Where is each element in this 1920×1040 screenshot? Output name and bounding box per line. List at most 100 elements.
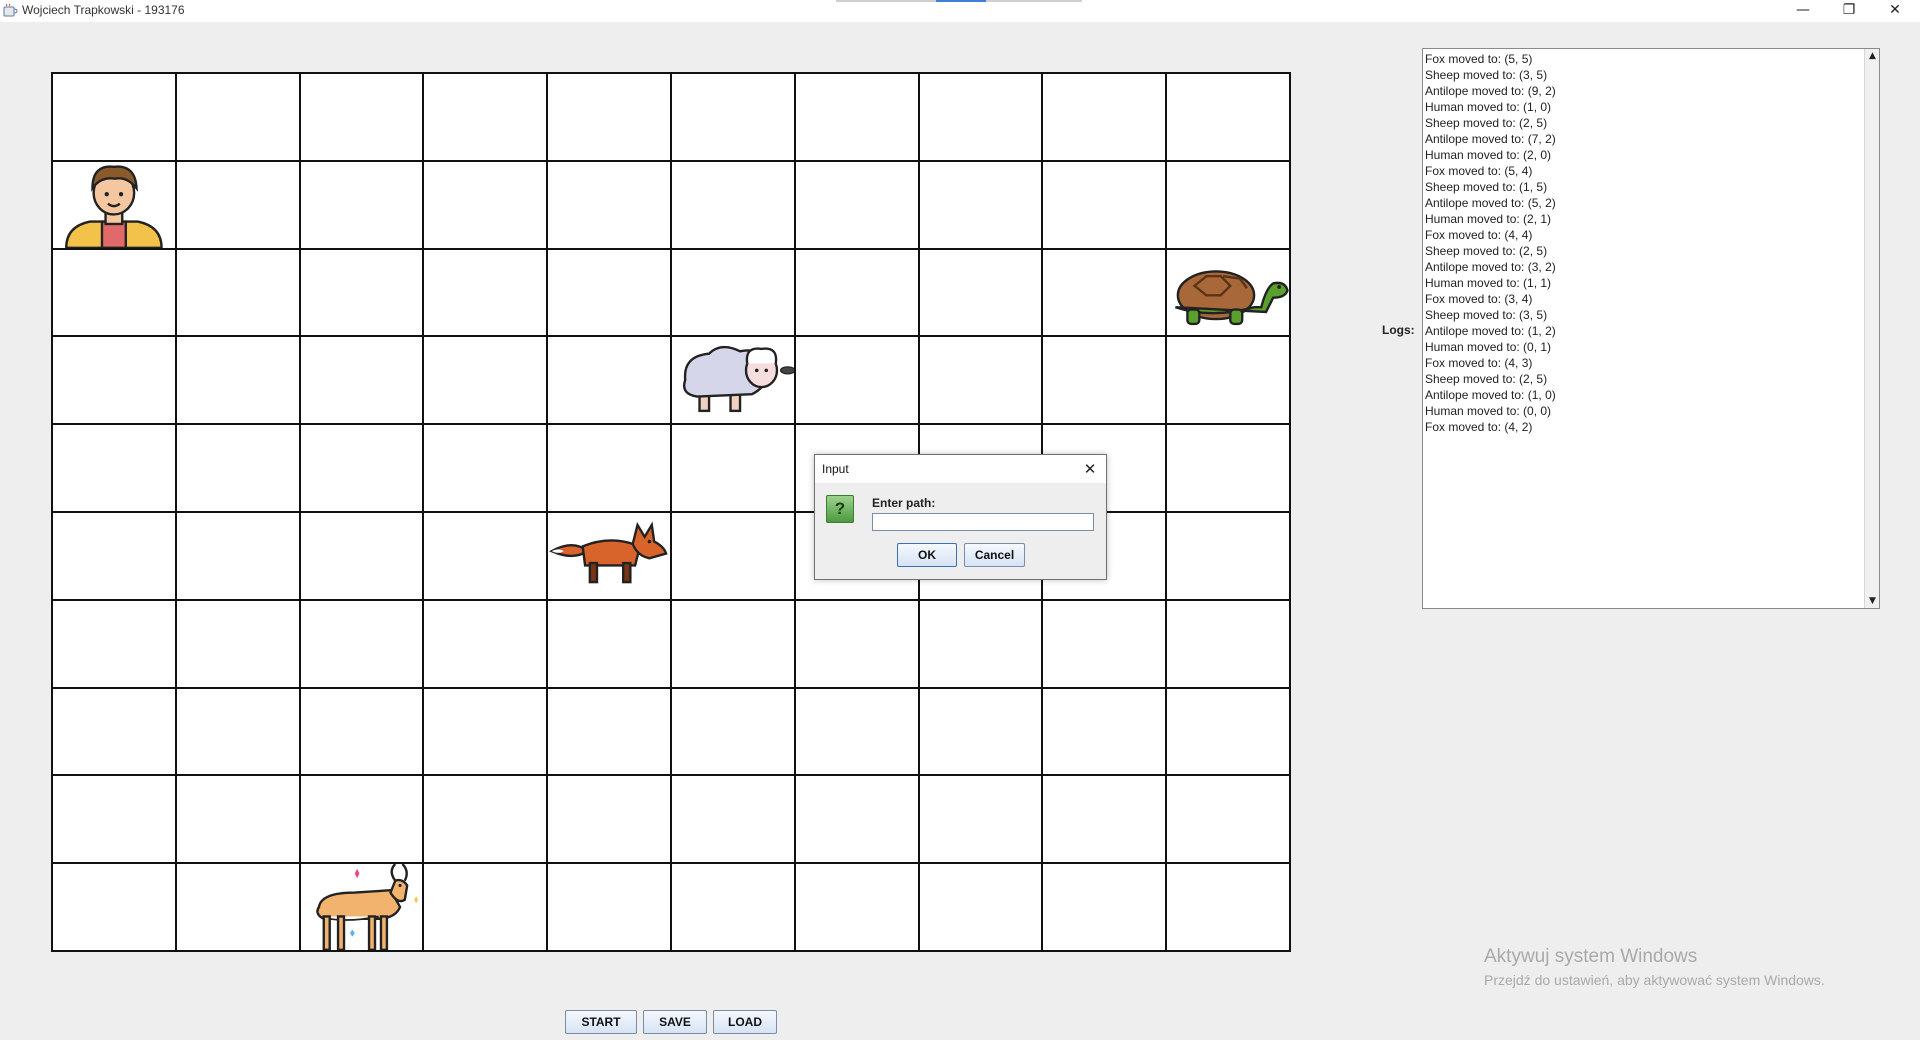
- scroll-up-arrow-icon[interactable]: ▲: [1865, 49, 1880, 63]
- cancel-button[interactable]: Cancel: [964, 543, 1025, 567]
- board-cell[interactable]: [53, 337, 177, 426]
- board-cell[interactable]: [176, 688, 301, 777]
- save-button[interactable]: SAVE: [643, 1010, 707, 1034]
- board-cell[interactable]: [1043, 864, 1168, 952]
- board-cell[interactable]: [919, 776, 1044, 865]
- board-cell[interactable]: [548, 513, 672, 601]
- board-cell[interactable]: [53, 513, 177, 601]
- board-cell[interactable]: [424, 600, 549, 689]
- board-cell[interactable]: [424, 776, 549, 865]
- board-cell[interactable]: [672, 425, 796, 513]
- board-cell[interactable]: [300, 249, 425, 338]
- board-cell[interactable]: [548, 776, 672, 865]
- board-cell[interactable]: [300, 688, 425, 777]
- board-cell[interactable]: [1043, 74, 1168, 162]
- board-cell[interactable]: [919, 864, 1044, 952]
- board-cell[interactable]: [548, 864, 672, 952]
- board-cell[interactable]: [795, 864, 920, 952]
- board-cell[interactable]: [1167, 513, 1291, 601]
- board-cell[interactable]: [300, 600, 425, 689]
- board-cell[interactable]: [300, 337, 425, 426]
- logs-textarea[interactable]: Fox moved to: (5, 5) Sheep moved to: (3, …: [1422, 48, 1880, 609]
- board-cell[interactable]: [1043, 337, 1168, 426]
- board-cell[interactable]: [1167, 337, 1291, 426]
- board-cell[interactable]: [176, 776, 301, 865]
- board-cell[interactable]: [795, 688, 920, 777]
- restore-button[interactable]: ❐: [1826, 0, 1872, 22]
- board-cell[interactable]: [176, 513, 301, 601]
- start-button[interactable]: START: [565, 1010, 637, 1034]
- board-cell[interactable]: [1167, 600, 1291, 689]
- board-cell[interactable]: [424, 425, 549, 513]
- board-cell[interactable]: [300, 776, 425, 865]
- board-cell[interactable]: [795, 600, 920, 689]
- board-cell[interactable]: [53, 864, 177, 952]
- board-cell[interactable]: [548, 337, 672, 426]
- board-cell[interactable]: [672, 513, 796, 601]
- board-cell[interactable]: [176, 425, 301, 513]
- board-cell[interactable]: [176, 249, 301, 338]
- path-input[interactable]: [872, 513, 1094, 531]
- board-cell[interactable]: [176, 600, 301, 689]
- board-cell[interactable]: [795, 337, 920, 426]
- board-cell[interactable]: [1167, 74, 1291, 162]
- scroll-down-arrow-icon[interactable]: ▼: [1865, 594, 1880, 608]
- board-cell[interactable]: [53, 600, 177, 689]
- board-cell[interactable]: [672, 864, 796, 952]
- board-cell[interactable]: [424, 74, 549, 162]
- board-cell[interactable]: [176, 161, 301, 250]
- board-cell[interactable]: [53, 776, 177, 865]
- board-cell[interactable]: [672, 161, 796, 250]
- dialog-close-icon[interactable]: ✕: [1080, 459, 1100, 479]
- board-cell[interactable]: [672, 337, 796, 426]
- board-cell[interactable]: [53, 74, 177, 162]
- board-cell[interactable]: [548, 161, 672, 250]
- board-cell[interactable]: [424, 688, 549, 777]
- close-button[interactable]: ✕: [1872, 0, 1918, 22]
- board-cell[interactable]: [300, 513, 425, 601]
- board-cell[interactable]: [424, 337, 549, 426]
- board-cell[interactable]: [300, 74, 425, 162]
- board-cell[interactable]: [919, 74, 1044, 162]
- board-cell[interactable]: [919, 249, 1044, 338]
- board-cell[interactable]: [548, 688, 672, 777]
- board-cell[interactable]: [795, 161, 920, 250]
- board-cell[interactable]: [672, 74, 796, 162]
- board-cell[interactable]: [176, 337, 301, 426]
- board-cell[interactable]: [176, 864, 301, 952]
- board-cell[interactable]: [548, 600, 672, 689]
- board-cell[interactable]: [1167, 864, 1291, 952]
- board-cell[interactable]: [1043, 161, 1168, 250]
- board-cell[interactable]: [424, 864, 549, 952]
- board-cell[interactable]: [795, 249, 920, 338]
- board-cell[interactable]: [672, 776, 796, 865]
- board-cell[interactable]: [300, 864, 425, 952]
- ok-button[interactable]: OK: [897, 543, 957, 567]
- board-cell[interactable]: [672, 688, 796, 777]
- board-cell[interactable]: [795, 776, 920, 865]
- board-cell[interactable]: [919, 688, 1044, 777]
- board-cell[interactable]: [672, 249, 796, 338]
- board-cell[interactable]: [795, 74, 920, 162]
- board-cell[interactable]: [1043, 249, 1168, 338]
- board-cell[interactable]: [1167, 425, 1291, 513]
- board-cell[interactable]: [424, 161, 549, 250]
- board-cell[interactable]: [548, 425, 672, 513]
- load-button[interactable]: LOAD: [713, 1010, 777, 1034]
- board-cell[interactable]: [672, 600, 796, 689]
- board-cell[interactable]: [300, 161, 425, 250]
- board-cell[interactable]: [1167, 776, 1291, 865]
- board-cell[interactable]: [1167, 249, 1291, 338]
- board-cell[interactable]: [1043, 688, 1168, 777]
- board-cell[interactable]: [919, 161, 1044, 250]
- board-cell[interactable]: [1043, 776, 1168, 865]
- board-cell[interactable]: [53, 249, 177, 338]
- board-cell[interactable]: [53, 425, 177, 513]
- logs-scrollbar[interactable]: ▲ ▼: [1864, 49, 1879, 608]
- board-cell[interactable]: [1167, 161, 1291, 250]
- board-cell[interactable]: [1167, 688, 1291, 777]
- minimize-button[interactable]: —: [1780, 0, 1826, 22]
- board-cell[interactable]: [300, 425, 425, 513]
- board-cell[interactable]: [424, 249, 549, 338]
- board-cell[interactable]: [548, 74, 672, 162]
